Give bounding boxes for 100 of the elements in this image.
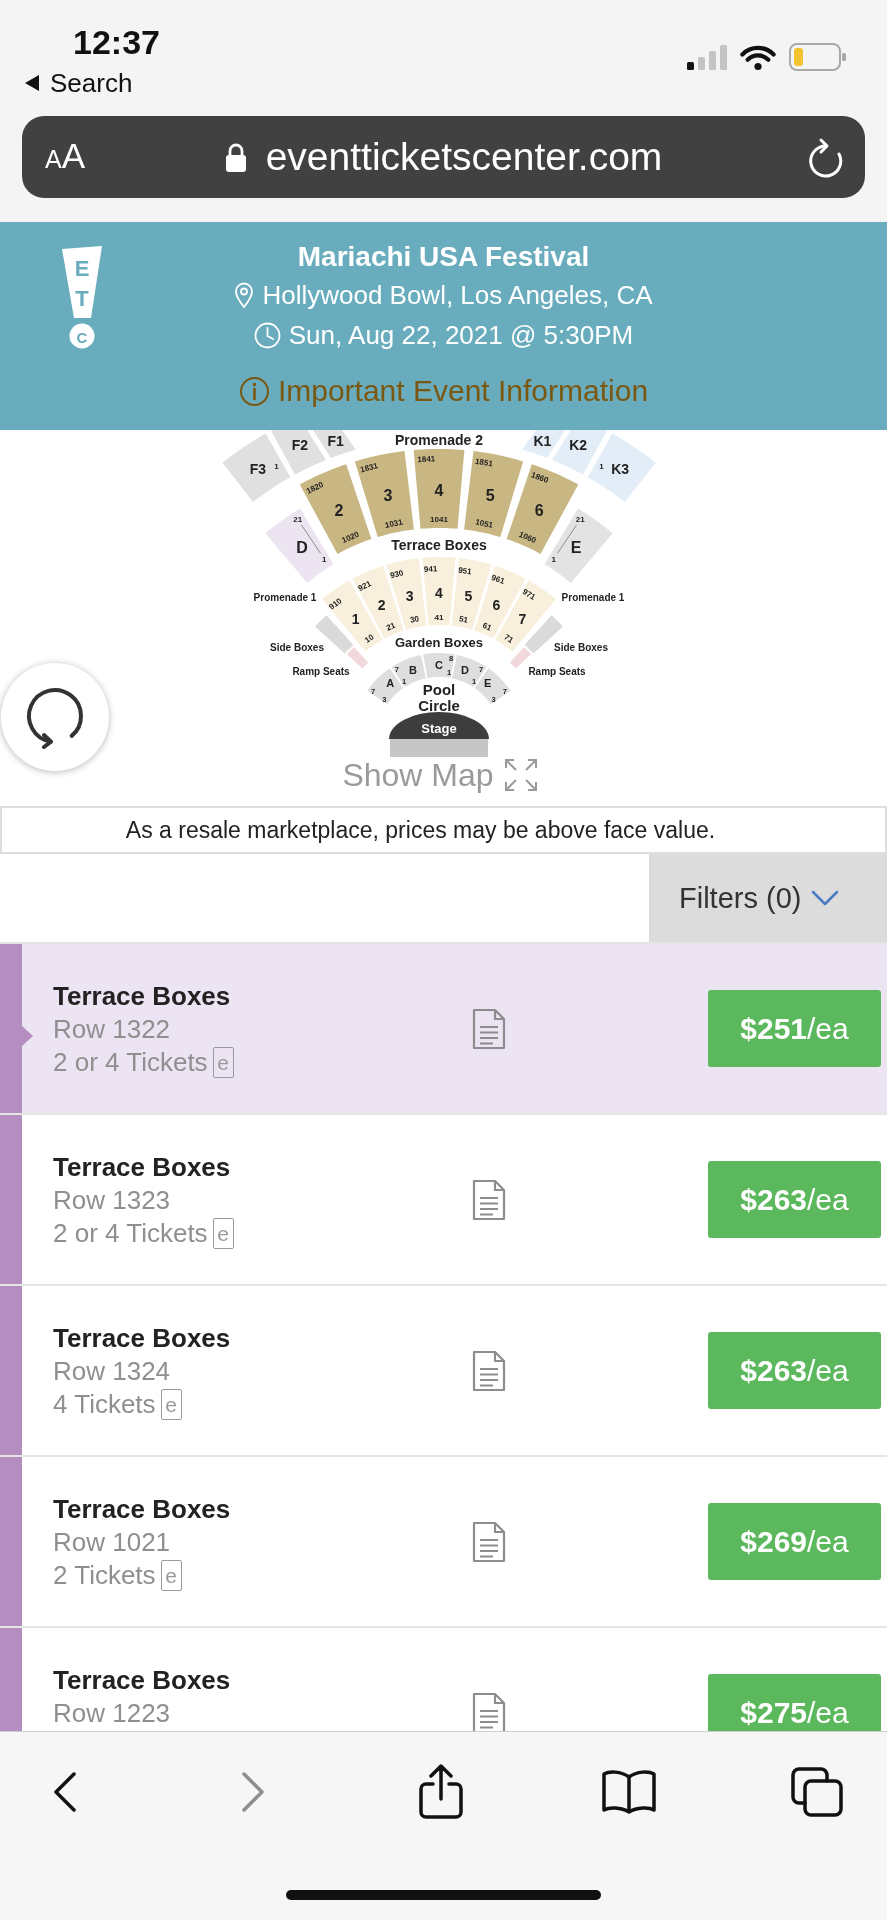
row-number: 1 xyxy=(273,462,279,472)
chevron-left-icon xyxy=(53,1771,77,1813)
row-text: Row 1322 xyxy=(53,1013,171,1046)
area-label: Promenade 1 xyxy=(253,591,316,603)
reload-icon[interactable] xyxy=(808,136,844,178)
seat-section xyxy=(385,558,426,630)
section-label: A xyxy=(385,677,394,689)
back-to-search-link[interactable]: Search xyxy=(25,66,133,100)
section-label: 3 xyxy=(405,588,414,604)
e-ticket-tag: e xyxy=(212,1047,234,1078)
row-text: Row 1324 xyxy=(53,1355,171,1388)
row-number: 21 xyxy=(384,620,397,633)
section-label: 5 xyxy=(485,486,495,504)
section-name: Terrace Boxes xyxy=(53,980,231,1013)
ramp-seats-section xyxy=(346,647,368,669)
row-number: 971 xyxy=(520,587,537,602)
row-number: 1841 xyxy=(416,454,435,465)
back-triangle-icon xyxy=(25,75,39,91)
section-label: 5 xyxy=(463,588,472,604)
row-text: Row 1223 xyxy=(53,1697,171,1730)
section-label: K3 xyxy=(610,460,629,477)
row-number: 1060 xyxy=(517,529,537,546)
document-icon xyxy=(471,1349,507,1392)
text-size-button[interactable]: AA xyxy=(45,135,86,179)
listing-row[interactable]: Terrace Boxes Row 1324 4 Tickets e $263/ea xyxy=(0,1286,887,1457)
event-title: Mariachi USA Festival xyxy=(297,240,590,274)
section-name: Terrace Boxes xyxy=(53,1493,231,1526)
area-label: Side Boxes xyxy=(269,641,324,653)
row-number: 930 xyxy=(388,568,404,581)
ticket-quantity: 2 or 4 Tickets xyxy=(53,1217,208,1250)
row-text: Row 1021 xyxy=(53,1526,171,1559)
ramp-seats-section xyxy=(509,647,531,669)
listing-row[interactable]: Terrace Boxes Row 1021 2 Tickets e $269/ea xyxy=(0,1457,887,1628)
e-ticket-tag: e xyxy=(160,1560,182,1591)
section-label: K2 xyxy=(568,437,587,454)
row-number: 30 xyxy=(408,614,420,625)
venue-text: Hollywood Bowl, Los Angeles, CA xyxy=(262,279,653,312)
document-icon xyxy=(471,1520,507,1563)
site-logo: E T C xyxy=(62,246,102,350)
section-label: E xyxy=(570,539,581,557)
filters-button[interactable]: Filters (0) xyxy=(649,854,887,942)
tabs-icon xyxy=(791,1767,843,1817)
section-label: F1 xyxy=(326,433,344,449)
seat-section xyxy=(421,557,456,626)
area-label: Ramp Seats xyxy=(291,665,350,677)
row-number: 1860 xyxy=(529,470,550,486)
row-number: 1020 xyxy=(340,529,360,546)
open-book-icon xyxy=(601,1769,657,1815)
signal-icon xyxy=(687,44,727,70)
listing-row[interactable]: Terrace Boxes Row 1323 2 or 4 Tickets e $263/ea xyxy=(0,1115,887,1286)
section-name: Terrace Boxes xyxy=(53,1151,231,1184)
wifi-icon xyxy=(739,43,777,71)
row-number: 1031 xyxy=(383,517,403,530)
share-icon xyxy=(418,1764,464,1820)
row-number: 1 xyxy=(550,554,556,564)
chevron-right-icon xyxy=(241,1771,265,1813)
e-ticket-tag: e xyxy=(212,1218,234,1249)
listing-row[interactable]: Terrace Boxes Row 1322 2 or 4 Tickets e $251/ea xyxy=(0,944,887,1115)
event-date: Sun, Aug 22, 2021 @ 5:30PM xyxy=(288,319,634,352)
row-number: 951 xyxy=(457,565,472,577)
section-label: 2 xyxy=(377,596,385,613)
area-label: Ramp Seats xyxy=(527,665,586,677)
row-number: 961 xyxy=(489,572,506,587)
chevron-down-icon xyxy=(811,890,840,906)
row-number: 1 xyxy=(321,554,327,564)
section-label: 6 xyxy=(534,502,544,520)
section-label: 4 xyxy=(434,585,443,601)
row-number: 941 xyxy=(423,564,437,574)
document-icon xyxy=(471,1691,507,1731)
refresh-button[interactable] xyxy=(1,663,109,771)
section-label: 6 xyxy=(492,596,500,613)
section-label: 7 xyxy=(517,610,526,627)
resale-disclaimer: As a resale marketplace, prices may be above face value. xyxy=(0,806,887,854)
area-label: Garden Boxes xyxy=(394,634,483,650)
row-number: 1820 xyxy=(304,479,325,496)
section-label: 4 xyxy=(434,481,443,499)
row-number: 1831 xyxy=(358,461,379,475)
ticket-quantity: 4 Tickets xyxy=(53,1388,156,1421)
section-label: F2 xyxy=(291,437,308,454)
row-number: 1041 xyxy=(429,514,448,524)
triangle-pointer-icon xyxy=(22,1025,33,1046)
area-label: Pool xyxy=(422,680,455,698)
area-label: Terrace Boxes xyxy=(390,537,487,553)
expand-icon xyxy=(502,758,539,792)
section-label: 1 xyxy=(351,610,360,627)
area-label: Side Boxes xyxy=(553,641,608,653)
row-number: 21 xyxy=(292,514,302,524)
area-label: Promenade 2 xyxy=(394,432,483,448)
e-ticket-tag: e xyxy=(160,1389,182,1420)
ticket-quantity: 2 or 4 Tickets xyxy=(53,1046,208,1079)
row-number: 61 xyxy=(480,620,493,633)
area-label: Promenade 1 xyxy=(561,591,624,603)
row-number: 71 xyxy=(502,632,515,645)
section-label: K1 xyxy=(532,433,551,449)
document-icon xyxy=(471,1178,507,1221)
clock-icon xyxy=(253,321,281,349)
section-label: B xyxy=(408,663,417,676)
url-text[interactable]: eventticketscenter.com xyxy=(265,133,663,181)
status-time: 12:37 xyxy=(73,22,160,62)
section-label: 2 xyxy=(333,502,343,520)
